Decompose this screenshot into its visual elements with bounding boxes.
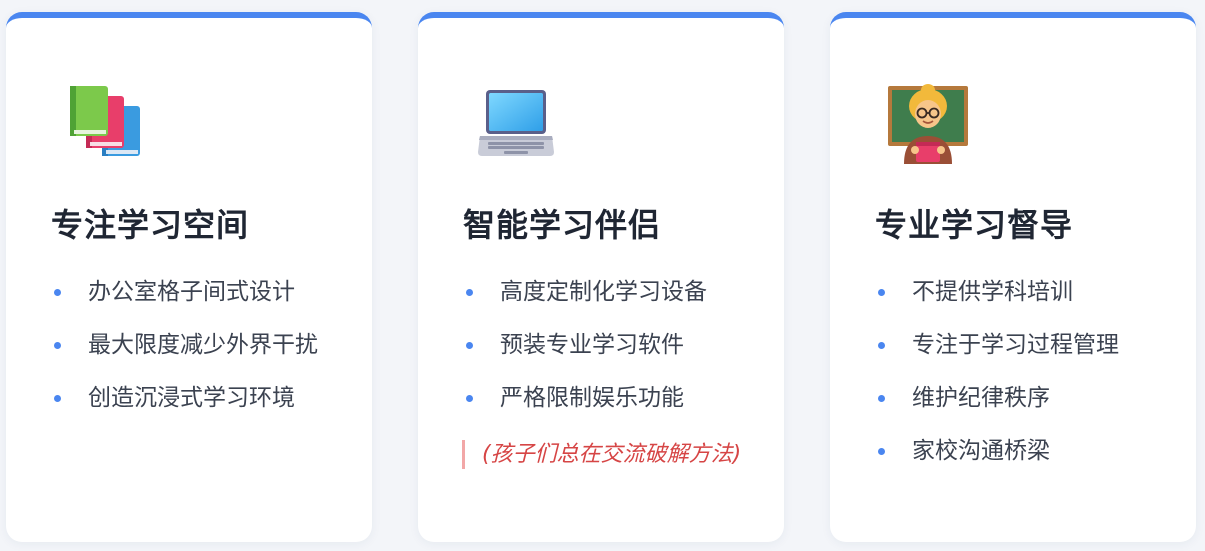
list-item: 高度定制化学习设备	[463, 274, 753, 310]
card-title: 专注学习空间	[51, 206, 250, 244]
bullet-dot	[878, 342, 885, 349]
list-item: 不提供学科培训	[875, 274, 1165, 310]
list-item: 家校沟通桥梁	[875, 433, 1165, 469]
books-icon	[64, 84, 144, 164]
list-item-text: 最大限度减少外界干扰	[88, 332, 318, 358]
list-item-text: 预装专业学习软件	[500, 332, 684, 358]
list-item: 专注于学习过程管理	[875, 327, 1165, 363]
bullet-dot	[878, 289, 885, 296]
teacher-icon	[888, 84, 968, 164]
list-item: 办公室格子间式设计	[51, 274, 341, 310]
card-learning-supervision: 专业学习督导 不提供学科培训 专注于学习过程管理 维护纪律秩序 家校沟通桥梁	[830, 12, 1196, 542]
feature-list: 不提供学科培训 专注于学习过程管理 维护纪律秩序 家校沟通桥梁	[875, 274, 1165, 486]
list-item: 创造沉浸式学习环境	[51, 380, 341, 416]
feature-cards-section: 专注学习空间 办公室格子间式设计 最大限度减少外界干扰 创造沉浸式学习环境 智能…	[0, 0, 1205, 551]
card-title: 专业学习督导	[875, 206, 1074, 244]
list-item: 最大限度减少外界干扰	[51, 327, 341, 363]
list-item-text: 维护纪律秩序	[912, 385, 1050, 411]
laptop-icon	[476, 84, 556, 164]
list-item-text: 办公室格子间式设计	[88, 279, 295, 305]
bullet-dot	[54, 395, 61, 402]
list-item: 严格限制娱乐功能	[463, 380, 753, 416]
list-item-text: 家校沟通桥梁	[912, 438, 1050, 464]
bullet-dot	[878, 448, 885, 455]
list-item-text: 高度定制化学习设备	[500, 279, 707, 305]
feature-list: 办公室格子间式设计 最大限度减少外界干扰 创造沉浸式学习环境	[51, 274, 341, 433]
list-item-text: 不提供学科培训	[912, 279, 1073, 305]
list-item-text: 专注于学习过程管理	[912, 332, 1119, 358]
bullet-dot	[54, 342, 61, 349]
bullet-dot	[54, 289, 61, 296]
list-item: 预装专业学习软件	[463, 327, 753, 363]
bullet-dot	[466, 289, 473, 296]
bullet-dot	[466, 342, 473, 349]
bullet-dot	[878, 395, 885, 402]
list-item-text: 创造沉浸式学习环境	[88, 385, 295, 411]
list-item: 维护纪律秩序	[875, 380, 1165, 416]
card-smart-companion: 智能学习伴侣 高度定制化学习设备 预装专业学习软件 严格限制娱乐功能 (孩子们总…	[418, 12, 784, 542]
feature-list: 高度定制化学习设备 预装专业学习软件 严格限制娱乐功能	[463, 274, 753, 433]
list-item-text: 严格限制娱乐功能	[500, 385, 684, 411]
card-focus-space: 专注学习空间 办公室格子间式设计 最大限度减少外界干扰 创造沉浸式学习环境	[6, 12, 372, 542]
card-title: 智能学习伴侣	[463, 206, 662, 244]
warning-note: (孩子们总在交流破解方法)	[462, 440, 742, 469]
bullet-dot	[466, 395, 473, 402]
